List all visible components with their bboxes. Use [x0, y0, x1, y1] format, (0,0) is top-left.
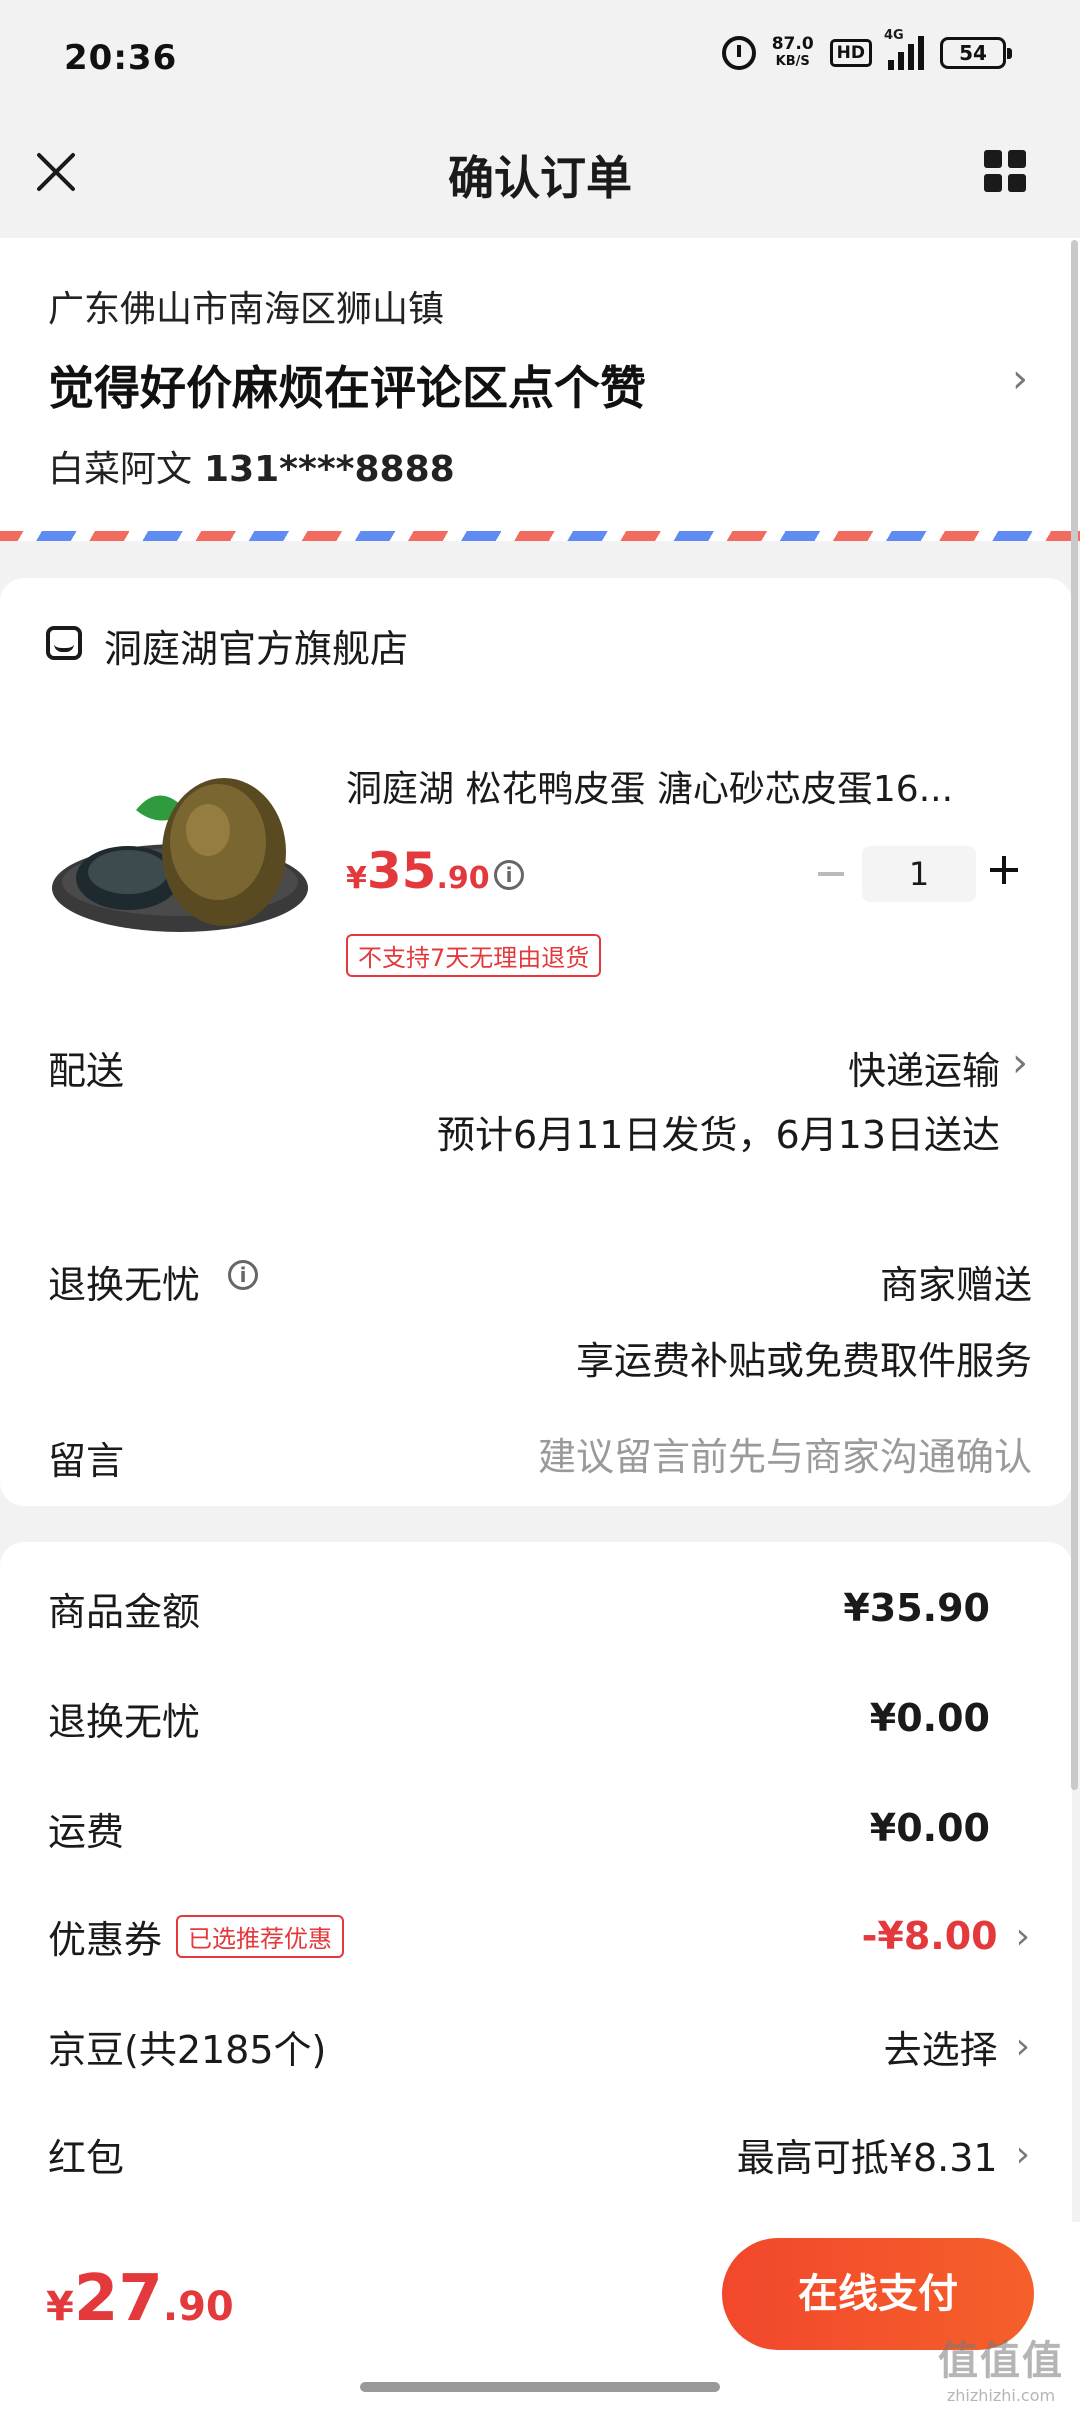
alarm-icon: [721, 36, 756, 70]
total-integer: 27: [73, 2262, 163, 2336]
total-price: ¥27.90: [46, 2262, 234, 2336]
network-type: 4G: [884, 28, 904, 43]
chevron-right-icon: ›: [1015, 2025, 1030, 2067]
shop-name[interactable]: 洞庭湖官方旗舰店: [104, 618, 408, 673]
product-price: ¥35.90: [346, 842, 490, 900]
coupon-row[interactable]: 优惠券 已选推荐优惠 -¥8.00 ›: [48, 1906, 1030, 1966]
delivery-method[interactable]: 快递运输: [848, 1040, 1000, 1095]
home-indicator[interactable]: [360, 2382, 720, 2392]
grid-menu-icon[interactable]: [984, 150, 1026, 192]
status-icons: 87.0 KB/S HD 4G 54: [721, 28, 1012, 70]
worry-free-row: 退换无忧 ¥0.00: [48, 1688, 1030, 1748]
net-speed-value: 87.0: [771, 34, 814, 54]
price-decimal: .90: [436, 861, 490, 896]
no-return-tag: 不支持7天无理由退货: [346, 934, 602, 977]
worry-free-value: 商家赠送: [879, 1263, 1032, 1307]
minus-icon[interactable]: [818, 872, 844, 876]
net-speed-unit: KB/S: [775, 54, 810, 69]
message-label: 留言: [48, 1439, 125, 1483]
chevron-right-icon: ›: [1015, 2133, 1030, 2175]
coupon-tag: 已选推荐优惠: [176, 1914, 345, 1958]
quantity-input[interactable]: 1: [862, 846, 976, 902]
hd-icon: HD: [829, 39, 872, 67]
chevron-right-icon: ›: [1012, 1040, 1028, 1086]
jd-beans-value: 去选择: [883, 2027, 998, 2072]
shipping-value: ¥0.00: [869, 1806, 990, 1850]
coupon-value: -¥8.00: [861, 1914, 998, 1958]
total-decimal: .90: [162, 2284, 234, 2330]
cellular-signal: 4G: [884, 28, 924, 70]
contact-name: 白菜阿文: [48, 449, 193, 490]
shipping-label: 运费: [48, 1809, 125, 1854]
goods-amount-label: 商品金额: [48, 1589, 201, 1634]
message-input[interactable]: 建议留言前先与商家沟通确认: [538, 1426, 1032, 1481]
contact-phone: 131****8888: [204, 449, 455, 490]
product-title[interactable]: 洞庭湖 松花鸭皮蛋 溏心砂芯皮蛋16...: [346, 760, 1022, 812]
chevron-right-icon: ›: [1012, 356, 1028, 402]
store-icon: [46, 626, 82, 660]
address-region: 广东佛山市南海区狮山镇: [48, 289, 445, 330]
goods-amount-row: 商品金额 ¥35.90: [48, 1578, 1030, 1638]
jd-beans-label: 京豆(共2185个): [48, 2027, 327, 2072]
address-contact: 白菜阿文 131****8888: [48, 440, 455, 492]
red-packet-row[interactable]: 红包 最高可抵¥8.31 ›: [48, 2124, 1030, 2184]
watermark-logo: 值值值: [938, 2338, 1064, 2384]
delivery-eta: 预计6月11日发货，6月13日送达: [436, 1113, 1000, 1157]
worry-free-fee-value: ¥0.00: [869, 1696, 990, 1740]
watermark-site: zhizhizhi.com: [946, 2386, 1056, 2405]
battery-icon: 54: [940, 37, 1012, 69]
status-time: 20:36: [64, 38, 178, 78]
worry-free-fee-label: 退换无忧: [48, 1699, 201, 1744]
page-title: 确认订单: [448, 151, 632, 205]
price-symbol: ¥: [346, 861, 367, 896]
coupon-label: 优惠券: [48, 1917, 163, 1962]
jd-beans-row[interactable]: 京豆(共2185个) 去选择 ›: [48, 2016, 1030, 2076]
delivery-label: 配送: [48, 1049, 125, 1093]
plus-icon[interactable]: [990, 856, 1018, 884]
scrollbar[interactable]: [1071, 240, 1078, 1790]
red-packet-label: 红包: [48, 2135, 125, 2180]
price-integer: 35: [366, 842, 437, 900]
info-icon[interactable]: i: [228, 1260, 258, 1290]
goods-amount-value: ¥35.90: [843, 1586, 990, 1630]
total-symbol: ¥: [46, 2284, 74, 2330]
chevron-right-icon: ›: [1015, 1915, 1030, 1957]
shipping-row: 运费 ¥0.00: [48, 1798, 1030, 1858]
worry-free-desc: 享运费补贴或免费取件服务: [575, 1339, 1032, 1383]
worry-free-label: 退换无忧: [48, 1263, 201, 1307]
net-speed: 87.0 KB/S: [772, 36, 814, 70]
red-packet-value: 最高可抵¥8.31: [736, 2135, 998, 2180]
info-icon[interactable]: i: [494, 860, 524, 890]
watermark: 值值值 zhizhizhi.com: [926, 2328, 1076, 2405]
envelope-stripe: [0, 531, 1080, 541]
address-detail: 觉得好价麻烦在评论区点个赞: [48, 361, 646, 415]
product-image[interactable]: [48, 770, 312, 940]
